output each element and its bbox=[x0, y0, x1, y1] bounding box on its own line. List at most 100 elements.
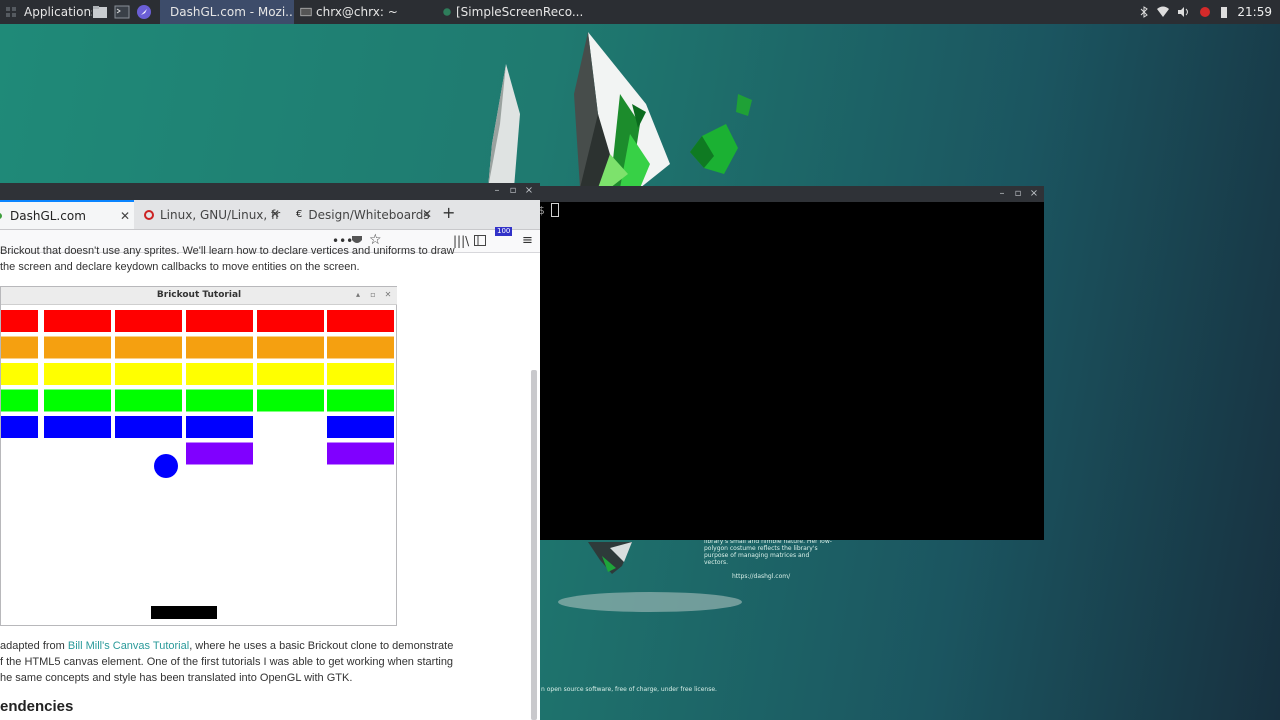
close-tab-icon[interactable]: ✕ bbox=[270, 207, 280, 221]
brickout-window: Brickout Tutorial ▴ ▫ ✕ bbox=[0, 286, 397, 626]
brick bbox=[115, 336, 182, 359]
minimize-icon[interactable]: – bbox=[996, 188, 1008, 200]
canvas-tutorial-link[interactable]: Bill Mill's Canvas Tutorial bbox=[68, 640, 189, 652]
system-tray: 21:59 bbox=[1139, 0, 1280, 24]
brick bbox=[257, 336, 324, 359]
browser-icon bbox=[137, 5, 151, 19]
terminal-task-icon bbox=[300, 7, 312, 17]
minimize-icon[interactable]: – bbox=[491, 185, 503, 197]
top-panel: Applications DashGL.com - Mozi... chrx@c… bbox=[0, 0, 1280, 24]
paragraph-line: adapted from Bill Mill's Canvas Tutorial… bbox=[0, 640, 453, 652]
ball bbox=[154, 454, 178, 478]
brick bbox=[186, 363, 253, 385]
tab-bar: DashGL.com ✕ Linux, GNU/Linux, fr ✕ € De… bbox=[0, 200, 540, 230]
battery-icon[interactable] bbox=[1219, 6, 1229, 18]
section-heading: endencies bbox=[0, 698, 74, 715]
terminal-launcher[interactable] bbox=[114, 0, 136, 24]
brick bbox=[1, 389, 38, 412]
wallpaper-caption-line: purpose of managing matrices and bbox=[704, 552, 810, 559]
taskbar-firefox-label: DashGL.com - Mozi... bbox=[170, 5, 294, 19]
brick bbox=[186, 336, 253, 359]
applications-menu[interactable]: Applications bbox=[0, 0, 92, 24]
brickout-titlebar[interactable]: Brickout Tutorial ▴ ▫ ✕ bbox=[1, 287, 397, 305]
gnu-favicon-icon bbox=[144, 209, 154, 220]
brick bbox=[1, 310, 38, 332]
close-tab-icon[interactable]: ✕ bbox=[422, 207, 432, 221]
brick bbox=[327, 389, 394, 412]
close-tab-icon[interactable]: ✕ bbox=[120, 209, 130, 223]
paddle[interactable] bbox=[151, 606, 217, 619]
brick bbox=[115, 389, 182, 412]
intro-line: Brickout that doesn't use any sprites. W… bbox=[0, 245, 455, 257]
file-manager-launcher[interactable] bbox=[92, 0, 114, 24]
close-icon[interactable]: × bbox=[523, 185, 535, 197]
maximize-icon[interactable]: ▫ bbox=[507, 185, 519, 197]
brickout-game-canvas[interactable] bbox=[1, 306, 397, 624]
wallpaper-crystals-art bbox=[488, 32, 752, 188]
brick bbox=[115, 363, 182, 385]
library-icon[interactable]: |||\ bbox=[453, 234, 469, 248]
brickout-close-icon[interactable]: ✕ bbox=[383, 290, 393, 300]
applications-label: Applications bbox=[24, 5, 92, 19]
taskbar-terminal-label: chrx@chrx: ~ bbox=[316, 5, 398, 19]
brick bbox=[327, 416, 394, 438]
tab-linux-gnu[interactable]: Linux, GNU/Linux, fr ✕ bbox=[138, 200, 284, 229]
terminal-window[interactable]: – ▫ × $ bbox=[538, 186, 1044, 540]
wifi-icon[interactable] bbox=[1157, 6, 1170, 18]
bluetooth-icon[interactable] bbox=[1139, 6, 1149, 18]
folder-icon bbox=[93, 6, 107, 18]
brick bbox=[327, 442, 394, 465]
tab-dashgl[interactable]: DashGL.com ✕ bbox=[0, 200, 134, 229]
brick bbox=[327, 336, 394, 359]
brickout-minimize-icon[interactable]: ▴ bbox=[353, 290, 363, 300]
brick bbox=[186, 310, 253, 332]
intro-line: the screen and declare keydown callbacks… bbox=[0, 261, 360, 273]
tab-label: Design/Whiteboards bbox=[308, 207, 430, 222]
brick bbox=[327, 310, 394, 332]
brick bbox=[186, 442, 253, 465]
tab-label: Linux, GNU/Linux, fr bbox=[160, 207, 281, 222]
terminal-cursor bbox=[551, 203, 559, 217]
wallpaper-url: https://dashgl.com/ bbox=[732, 573, 791, 580]
firefox-titlebar[interactable]: – ▫ × bbox=[0, 183, 540, 200]
paragraph-text: , where he uses a basic Brickout clone t… bbox=[189, 640, 454, 652]
clock[interactable]: 21:59 bbox=[1237, 5, 1272, 19]
brick bbox=[327, 363, 394, 385]
page-scrollbar[interactable] bbox=[531, 370, 537, 720]
brick bbox=[115, 416, 182, 438]
apps-grid-icon bbox=[6, 7, 16, 17]
brick bbox=[44, 363, 111, 385]
brick bbox=[44, 389, 111, 412]
volume-icon[interactable] bbox=[1177, 6, 1191, 18]
close-icon[interactable]: × bbox=[1028, 188, 1040, 200]
taskbar-terminal[interactable]: chrx@chrx: ~ bbox=[294, 0, 436, 24]
paragraph-text: adapted from bbox=[0, 640, 68, 652]
brick bbox=[257, 310, 324, 332]
taskbar-recorder[interactable]: [SimpleScreenReco... bbox=[436, 0, 598, 24]
hamburger-menu-icon[interactable]: ≡ bbox=[522, 233, 533, 248]
brickout-title: Brickout Tutorial bbox=[156, 290, 242, 300]
tab-label: DashGL.com bbox=[10, 208, 86, 223]
extension-badge[interactable]: 100 bbox=[495, 227, 513, 236]
wallpaper-footer: n open source software, free of charge, … bbox=[541, 686, 717, 693]
brick bbox=[186, 416, 253, 438]
brick bbox=[1, 336, 38, 359]
record-indicator-icon[interactable] bbox=[1199, 6, 1211, 18]
brick bbox=[44, 416, 111, 438]
brick bbox=[186, 389, 253, 412]
brick bbox=[1, 416, 38, 438]
brick bbox=[115, 310, 182, 332]
sidebar-icon[interactable] bbox=[474, 235, 486, 246]
terminal-titlebar[interactable]: – ▫ × bbox=[538, 186, 1044, 202]
new-tab-button[interactable]: + bbox=[442, 203, 455, 222]
brick bbox=[1, 363, 38, 385]
tab-design-whiteboards[interactable]: € Design/Whiteboards ✕ bbox=[290, 200, 436, 229]
browser-launcher[interactable] bbox=[136, 0, 160, 24]
brickout-maximize-icon[interactable]: ▫ bbox=[368, 290, 378, 300]
brick bbox=[257, 389, 324, 412]
maximize-icon[interactable]: ▫ bbox=[1012, 188, 1024, 200]
taskbar-firefox[interactable]: DashGL.com - Mozi... bbox=[160, 0, 294, 24]
wallpaper-caption-line: polygon costume reflects the library's bbox=[704, 545, 818, 552]
brick bbox=[44, 310, 111, 332]
taskbar-recorder-label: [SimpleScreenReco... bbox=[456, 5, 584, 19]
